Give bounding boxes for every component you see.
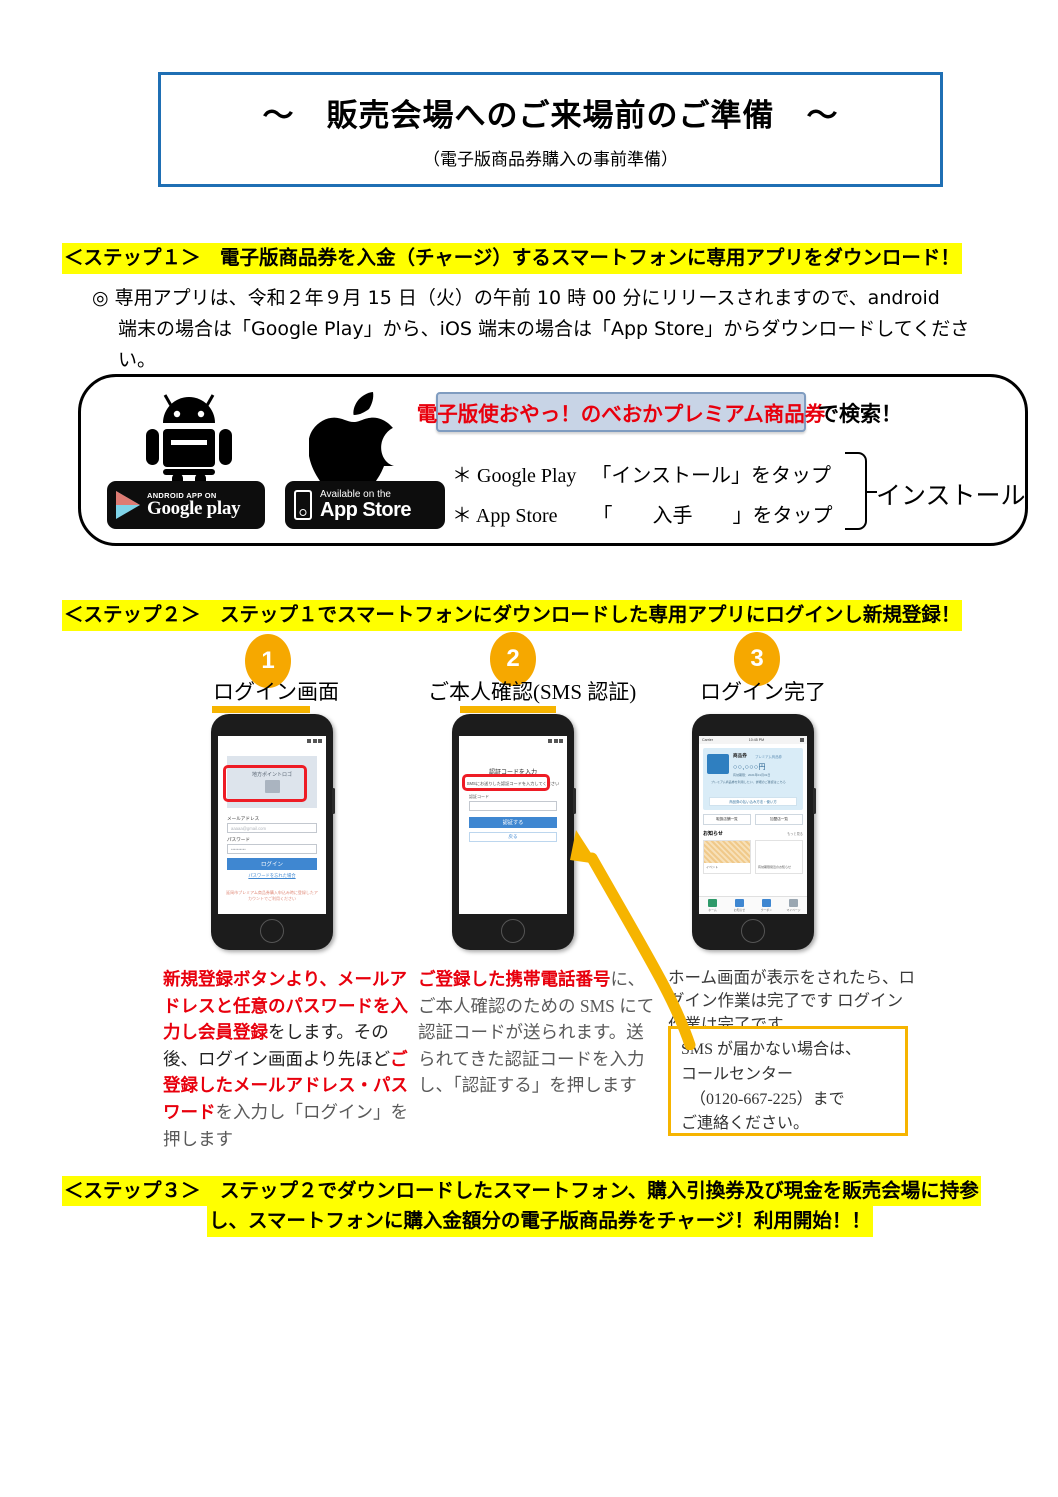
page-title: ～ 販売会場へのご来場前のご準備 ～ bbox=[262, 97, 839, 134]
page-subtitle: （電子版商品券購入の事前準備） bbox=[423, 149, 678, 170]
google-play-badge[interactable]: ANDROID APP ON Google play bbox=[107, 481, 265, 529]
password-field-label: パスワード bbox=[227, 837, 250, 842]
voucher-card-tag: プレミアム商品券 bbox=[755, 755, 782, 759]
sms-callout-line-3: （0120-667-225）まで bbox=[690, 1090, 845, 1108]
app-search-keyword-text: 電子版使おやっ！のべおかプレミアム商品券 bbox=[416, 402, 826, 426]
accent-bar-1 bbox=[212, 706, 310, 713]
ticket-icon bbox=[707, 754, 729, 774]
login-note-text: 延岡市プレミアム商品券購入申込み時に登録したアカウントでご利用ください bbox=[226, 890, 318, 901]
signal-icon-1 bbox=[307, 738, 311, 743]
app-search-keyword-box: 電子版使おやっ！のべおかプレミアム商品券 bbox=[417, 392, 825, 432]
search-suffix-label: で検索！ bbox=[818, 402, 902, 426]
wifi-icon-1 bbox=[312, 738, 317, 743]
news-tile-2[interactable]: 有効期限間近のお知らせ bbox=[755, 840, 803, 874]
step1-body-line3: い。 bbox=[118, 348, 157, 371]
google-play-badge-big-text: Google play bbox=[147, 498, 241, 520]
install-label: インストール bbox=[876, 481, 1026, 510]
news-tile-2-caption: 有効期限間近のお知らせ bbox=[758, 865, 791, 869]
battery-icon-3 bbox=[800, 738, 804, 742]
voucher-card-title: 商品券 bbox=[733, 753, 747, 758]
iphone-icon bbox=[294, 490, 312, 520]
login-button[interactable]: ログイン bbox=[227, 858, 317, 870]
signal-icon-2 bbox=[548, 738, 552, 743]
callout-arrow-icon bbox=[570, 830, 696, 1050]
news-tile-2-image bbox=[756, 841, 802, 863]
verification-code-input[interactable] bbox=[469, 801, 557, 812]
news-more-link[interactable]: もっと見る bbox=[787, 831, 803, 836]
google-play-triangle-icon bbox=[116, 491, 140, 519]
sms-callout-line-4: ご連絡ください。 bbox=[681, 1115, 810, 1133]
phone-screen-login: 地方ポイントロゴ メールアドレス aaaaa@gmail.com パスワード •… bbox=[218, 736, 326, 914]
phone-label-2: ご本人確認(SMS 認証) bbox=[428, 680, 637, 704]
tap-instruction-app-store: ＊ App Store 「 入手 」をタップ bbox=[452, 505, 833, 527]
tab-mypage-label: マイページ bbox=[786, 908, 801, 912]
status-bar-2 bbox=[459, 736, 567, 745]
step1-body-line2: 端末の場合は「Google Play」から、iOS 端末の場合は「App Sto… bbox=[118, 317, 970, 340]
step3-section: ＜ステップ３＞ ステップ２でダウンロードしたスマートフォン、購入引換券及び現金を… bbox=[62, 1176, 997, 1237]
voucher-description: プレミアム商品券を利用したい、詳細のご確認はこちら bbox=[711, 780, 786, 784]
accent-bar-2 bbox=[460, 706, 556, 713]
voucher-balance: ○○,○○○円 bbox=[733, 764, 766, 771]
battery-icon-2 bbox=[559, 738, 563, 743]
app-store-badge[interactable]: Available on the App Store bbox=[285, 481, 445, 529]
sms-callout-line-2: コールセンター bbox=[681, 1065, 794, 1083]
curly-brace-icon bbox=[845, 452, 877, 530]
email-input[interactable]: aaaaa@gmail.com bbox=[227, 823, 317, 833]
tab-coupon[interactable]: クーポン bbox=[753, 897, 780, 914]
highlight-outline-code-field bbox=[462, 774, 550, 791]
tab-mypage[interactable]: マイページ bbox=[780, 897, 807, 914]
member-store-button[interactable]: 加盟店一覧 bbox=[755, 814, 803, 825]
voucher-card[interactable]: 商品券 プレミアム商品券 ○○,○○○円 有効期限：2021年01月31日 プレ… bbox=[703, 748, 803, 810]
app-store-badge-big-text: App Store bbox=[320, 499, 412, 521]
email-field-label: メールアドレス bbox=[227, 816, 260, 821]
battery-icon-1 bbox=[318, 738, 322, 743]
step2-heading: ＜ステップ２＞ ステップ１でスマートフォンにダウンロードした専用アプリにログイン… bbox=[62, 600, 963, 632]
status-bar-3: Carrier 10:45 PM bbox=[699, 736, 807, 744]
forgot-password-link[interactable]: パスワードを忘れた場合 bbox=[218, 873, 326, 879]
voucher-howto-link[interactable]: 商品券の払い込み方法・使い方 bbox=[709, 797, 797, 806]
clock-label: 10:45 PM bbox=[748, 738, 765, 742]
step1-heading: ＜ステップ１＞ 電子版商品券を入金（チャージ）するスマートフォンに専用アプリをダ… bbox=[62, 243, 962, 275]
status-bar-1 bbox=[218, 736, 326, 745]
highlight-outline-credentials bbox=[223, 765, 307, 802]
coupon-icon bbox=[762, 899, 771, 907]
step3-heading-line-1: ＜ステップ３＞ ステップ２でダウンロードしたスマートフォン、購入引換券及び現金を… bbox=[62, 1176, 981, 1207]
tap-instruction-list: ＊ Google Play 「インストール」をタップ ＊ App Store 「… bbox=[452, 456, 833, 536]
phone-mockup-login: 地方ポイントロゴ メールアドレス aaaaa@gmail.com パスワード •… bbox=[211, 714, 335, 950]
person-icon bbox=[789, 899, 798, 907]
tab-coupon-label: クーポン bbox=[760, 908, 773, 912]
tap-instruction-google-play: ＊ Google Play 「インストール」をタップ bbox=[452, 465, 832, 487]
home-button-1[interactable] bbox=[260, 919, 284, 943]
phone-side-button-2 bbox=[573, 788, 576, 814]
verification-code-label: 認証コード bbox=[469, 794, 489, 800]
phone-side-button-1 bbox=[332, 788, 335, 814]
carrier-label: Carrier bbox=[702, 738, 713, 742]
phone-caption-1: 新規登録ボタンより、メールアドレスと任意のパスワードを入力し会員登録をします。そ… bbox=[163, 966, 415, 1152]
login-form: メールアドレス aaaaa@gmail.com パスワード •••••••••• bbox=[227, 816, 317, 854]
home-button-2[interactable] bbox=[501, 919, 525, 943]
step1-body-text: ◎ 専用アプリは、令和２年９月 15 日（火）の午前 10 時 00 分にリリー… bbox=[92, 283, 1012, 375]
phone-side-button-3 bbox=[813, 788, 816, 814]
wifi-icon-2 bbox=[553, 738, 558, 743]
phone-label-1: ログイン画面 bbox=[213, 680, 339, 704]
phone-label-3: ログイン完了 bbox=[700, 680, 826, 704]
step3-heading-line-2: し、スマートフォンに購入金額分の電子版商品券をチャージ！利用開始！！ bbox=[207, 1206, 873, 1237]
password-input[interactable]: •••••••••• bbox=[227, 844, 317, 854]
document-title-box: ～ 販売会場へのご来場前のご準備 ～ （電子版商品券購入の事前準備） bbox=[158, 72, 943, 187]
step1-body-line1: ◎ 専用アプリは、令和２年９月 15 日（火）の午前 10 時 00 分にリリー… bbox=[92, 287, 940, 309]
voucher-expiry: 有効期限：2021年01月31日 bbox=[733, 773, 771, 777]
